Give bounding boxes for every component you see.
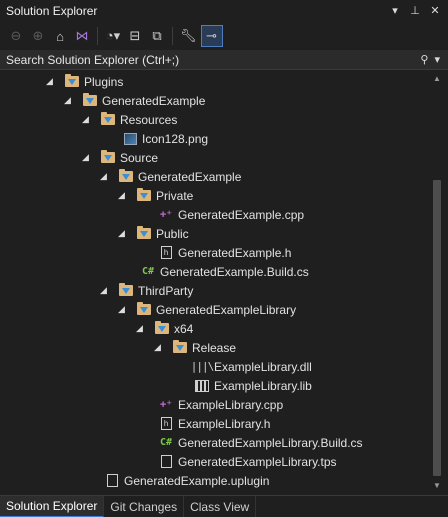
scroll-up-icon[interactable]: ▲ [433, 74, 441, 83]
tree-node-generatedexamplelibrary-build-cs[interactable]: C# GeneratedExampleLibrary.Build.cs [158, 433, 363, 452]
tree-node-examplelibrary-h[interactable]: h ExampleLibrary.h [158, 414, 270, 433]
tree-node-examplelibrary-lib[interactable]: ExampleLibrary.lib [194, 376, 312, 395]
tree-node-release[interactable]: ◢ Release [154, 338, 236, 357]
tree-node-generatedexample-h[interactable]: h GeneratedExample.h [158, 243, 291, 262]
folder-filter-icon [172, 340, 188, 355]
header-file-icon: h [158, 417, 174, 431]
folder-filter-icon [64, 74, 80, 89]
folder-filter-icon [100, 112, 116, 127]
folder-filter-icon [154, 321, 170, 336]
tree-node-generatedexamplelibrary-tps[interactable]: GeneratedExampleLibrary.tps [158, 452, 337, 471]
solution-tree: ◢ Plugins ◢ GeneratedExample ◢ Resources… [0, 72, 430, 492]
tree-node-generatedexample-uplugin[interactable]: GeneratedExample.uplugin [104, 471, 269, 490]
dll-file-icon: |||\ [190, 360, 214, 373]
back-icon[interactable]: ⊖ [6, 25, 26, 47]
tree-node-x64[interactable]: ◢ x64 [136, 319, 193, 338]
pending-changes-filter-icon[interactable]: ◔▾ [103, 25, 123, 47]
tab-class-view[interactable]: Class View [184, 495, 257, 517]
tree-node-public[interactable]: ◢ Public [118, 224, 189, 243]
window-position-dropdown-icon[interactable]: ▾ [388, 3, 402, 17]
folder-filter-icon [100, 150, 116, 165]
folder-filter-icon [82, 93, 98, 108]
text-file-icon [104, 474, 120, 488]
expander-icon[interactable]: ◢ [82, 114, 92, 125]
show-all-files-icon[interactable]: ⧉ [147, 25, 167, 47]
expander-icon[interactable]: ◢ [118, 228, 128, 239]
expander-icon[interactable]: ◢ [64, 95, 74, 106]
title-bar: Solution Explorer ▾ ⊥ ✕ [0, 0, 448, 22]
expander-icon[interactable]: ◢ [154, 342, 164, 353]
folder-filter-icon [136, 226, 152, 241]
collapse-all-icon[interactable]: ⊟ [125, 25, 145, 47]
toolbar-separator [97, 27, 98, 45]
panel-title: Solution Explorer [6, 4, 98, 18]
text-file-icon [158, 455, 174, 469]
folder-filter-icon [118, 283, 134, 298]
toolbar: ⊖ ⊕ ⌂ ⋈ ◔▾ ⊟ ⧉ 🔧︎ ⊸ [0, 22, 448, 50]
search-options-dropdown-icon[interactable]: ▾ [434, 53, 440, 66]
properties-icon[interactable]: 🔧︎ [178, 25, 199, 47]
search-bar[interactable]: Search Solution Explorer (Ctrl+;) ⚲ ▾ [0, 50, 448, 70]
tab-git-changes[interactable]: Git Changes [104, 495, 185, 517]
scroll-down-icon[interactable]: ▼ [433, 481, 441, 490]
csharp-file-icon: C# [159, 437, 173, 448]
tree-node-source-generatedexample[interactable]: ◢ GeneratedExample [100, 167, 241, 186]
toolbar-separator [172, 27, 173, 45]
forward-icon[interactable]: ⊕ [28, 25, 48, 47]
expander-icon[interactable]: ◢ [136, 323, 146, 334]
expander-icon[interactable]: ◢ [100, 171, 110, 182]
tree-node-examplelibrary-dll[interactable]: |||\ ExampleLibrary.dll [190, 357, 312, 376]
window-controls: ▾ ⊥ ✕ [388, 3, 442, 17]
image-file-icon [122, 132, 138, 146]
tree-node-private[interactable]: ◢ Private [118, 186, 193, 205]
tree-node-resources[interactable]: ◢ Resources [82, 110, 177, 129]
search-icon[interactable]: ⚲ [420, 53, 428, 66]
tree-node-generatedexample[interactable]: ◢ GeneratedExample [64, 91, 205, 110]
switch-views-icon[interactable]: ⋈ [72, 25, 92, 47]
tree-node-examplelibrary-cpp[interactable]: +⁺ ExampleLibrary.cpp [158, 395, 283, 414]
expander-icon[interactable]: ◢ [82, 152, 92, 163]
cpp-file-icon: +⁺ [159, 209, 173, 221]
header-file-icon: h [158, 246, 174, 260]
tree-node-icon128-png[interactable]: Icon128.png [122, 129, 208, 148]
tab-solution-explorer[interactable]: Solution Explorer [0, 495, 105, 517]
close-icon[interactable]: ✕ [428, 3, 442, 17]
expander-icon[interactable]: ◢ [118, 190, 128, 201]
vertical-scrollbar[interactable]: ▲ ▼ [430, 72, 444, 492]
tree-node-generatedexamplelibrary[interactable]: ◢ GeneratedExampleLibrary [118, 300, 296, 319]
preview-selected-items-icon[interactable]: ⊸ [200, 25, 223, 47]
folder-filter-icon [136, 188, 152, 203]
home-icon[interactable]: ⌂ [50, 25, 70, 47]
cpp-file-icon: +⁺ [159, 399, 173, 411]
tree-node-generatedexample-build-cs[interactable]: C# GeneratedExample.Build.cs [140, 262, 309, 281]
search-input[interactable]: Search Solution Explorer (Ctrl+;) [6, 53, 420, 67]
scrollbar-thumb[interactable] [433, 180, 441, 476]
tree-node-source[interactable]: ◢ Source [82, 148, 158, 167]
tree-node-plugins[interactable]: ◢ Plugins [46, 72, 123, 91]
lib-file-icon [194, 379, 210, 393]
expander-icon[interactable]: ◢ [46, 76, 56, 87]
bottom-tab-strip: Solution Explorer Git Changes Class View [0, 495, 448, 517]
expander-icon[interactable]: ◢ [118, 304, 128, 315]
tree-node-generatedexample-cpp[interactable]: +⁺ GeneratedExample.cpp [158, 205, 304, 224]
csharp-file-icon: C# [141, 266, 155, 277]
expander-icon[interactable]: ◢ [100, 285, 110, 296]
tree-node-thirdparty[interactable]: ◢ ThirdParty [100, 281, 193, 300]
folder-filter-icon [118, 169, 134, 184]
pin-icon[interactable]: ⊥ [408, 3, 422, 17]
folder-filter-icon [136, 302, 152, 317]
